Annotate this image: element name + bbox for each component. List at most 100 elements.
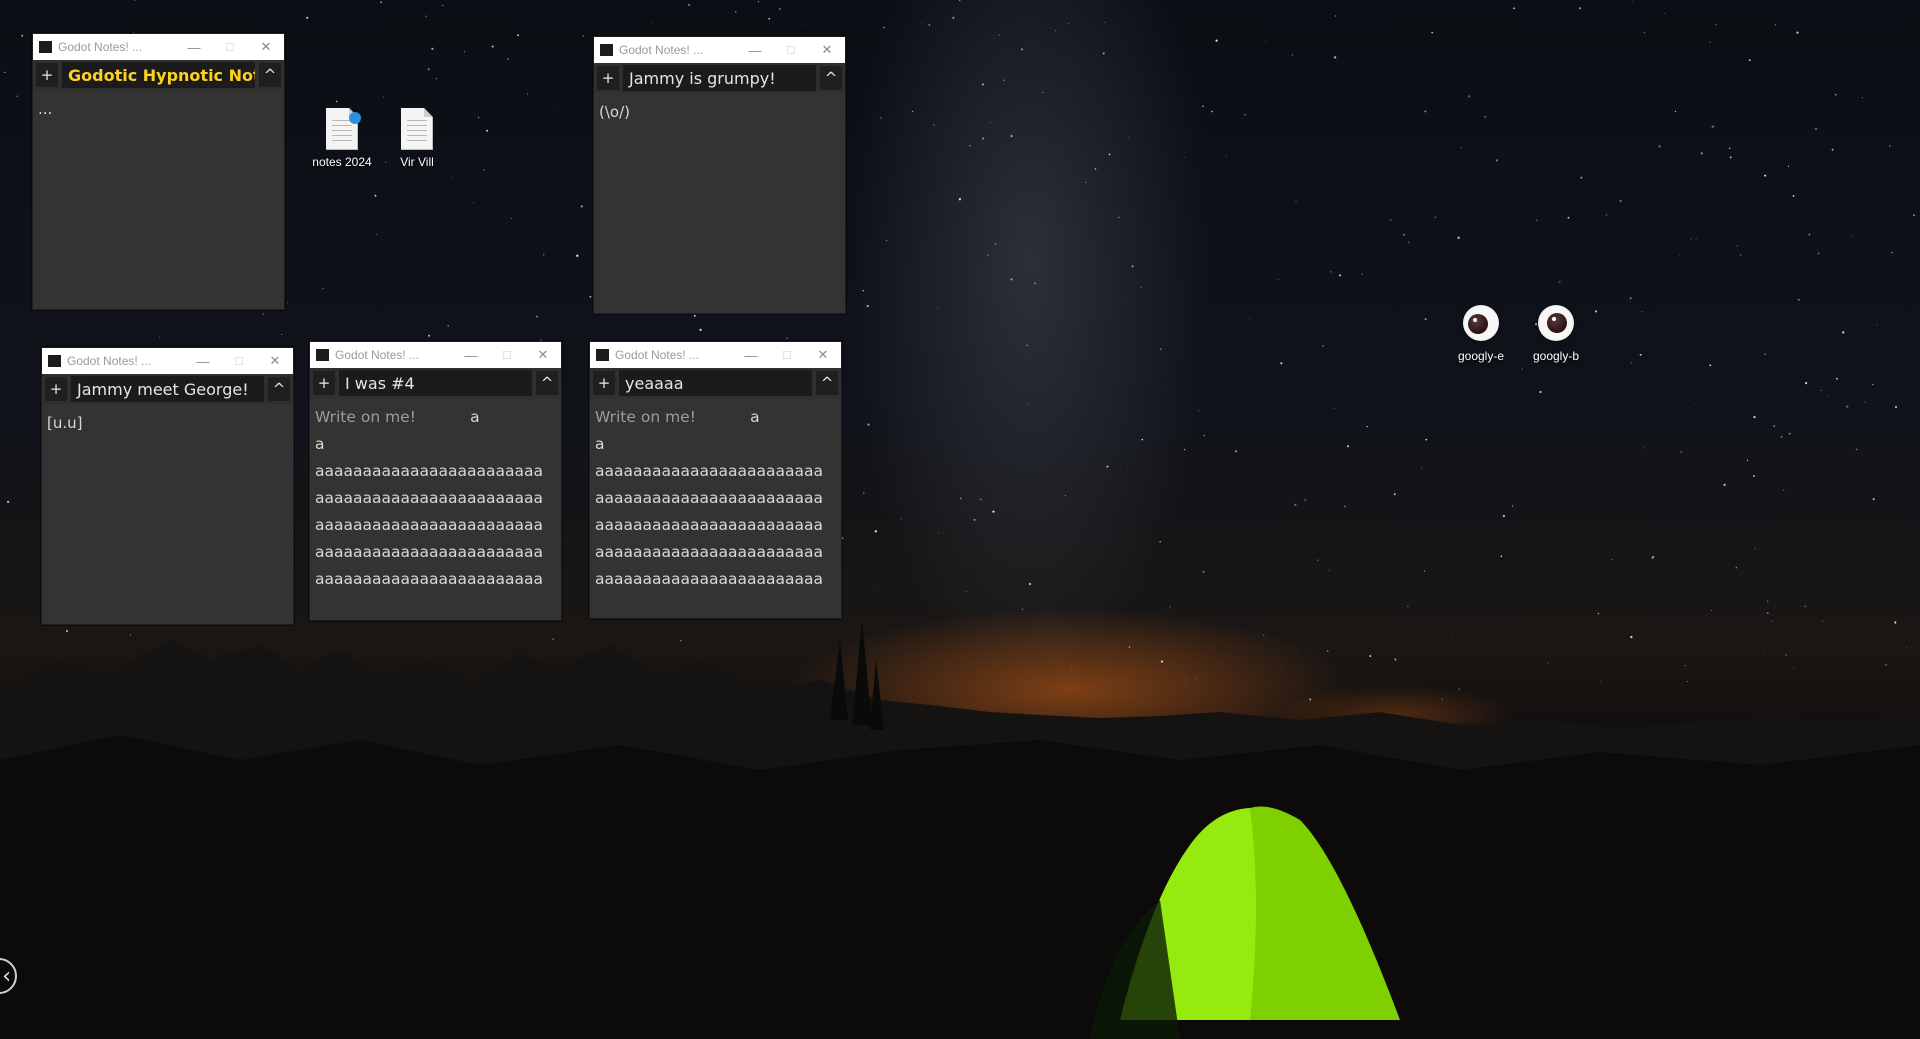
star: [1500, 555, 1503, 558]
note-text-area[interactable]: Write on me! a a aaaaaaaaaaaaaaaaaaaaaaa…: [310, 398, 561, 593]
star: [1787, 165, 1790, 167]
star: [1184, 448, 1186, 451]
star: [1855, 448, 1858, 451]
window-titlebar[interactable]: Godot Notes! ... — ☐ ✕: [33, 34, 284, 60]
star: [1578, 7, 1581, 10]
star: [1736, 245, 1738, 247]
minimize-button[interactable]: —: [733, 342, 769, 368]
star: [1695, 403, 1697, 405]
star: [1876, 324, 1878, 326]
star: [1511, 505, 1514, 507]
maximize-button[interactable]: ☐: [221, 348, 257, 374]
star: [1679, 254, 1681, 256]
star: [1629, 297, 1632, 300]
minimize-button[interactable]: —: [185, 348, 221, 374]
star: [960, 497, 962, 500]
star: [1421, 466, 1423, 469]
desktop-icon-label: notes 2024: [312, 155, 372, 169]
desktop-icon-googly-e[interactable]: googly-e: [1446, 305, 1516, 363]
star: [1834, 93, 1837, 96]
collapse-button[interactable]: ^: [816, 371, 838, 395]
close-button[interactable]: ✕: [257, 348, 293, 374]
godot-app-icon: [596, 349, 609, 361]
note-text-area[interactable]: [u.u]: [42, 404, 293, 437]
maximize-button[interactable]: ☐: [212, 34, 248, 60]
add-note-button[interactable]: +: [597, 66, 619, 90]
minimize-button[interactable]: —: [453, 342, 489, 368]
add-note-button[interactable]: +: [593, 371, 615, 395]
window-titlebar[interactable]: Godot Notes! ... — ☐ ✕: [42, 348, 293, 374]
close-button[interactable]: ✕: [809, 37, 845, 63]
note-title-field[interactable]: Jammy is grumpy!: [623, 65, 816, 91]
star: [1369, 655, 1372, 657]
star: [552, 638, 555, 641]
maximize-button[interactable]: ☐: [769, 342, 805, 368]
note-text-area[interactable]: ...: [33, 90, 284, 123]
note-window-3[interactable]: Godot Notes! ... — ☐ ✕ + Jammy meet Geor…: [41, 347, 294, 625]
star: [1249, 317, 1251, 320]
star: [1605, 214, 1607, 216]
star: [1748, 59, 1751, 62]
star: [559, 111, 561, 112]
star: [973, 518, 976, 521]
add-note-button[interactable]: +: [36, 63, 58, 87]
star: [510, 217, 513, 220]
note-toolbar: + Godotic Hypnotic Notes ^: [33, 60, 284, 90]
note-window-5[interactable]: Godot Notes! ... — ☐ ✕ + yeaaaa ^ Write …: [589, 341, 842, 619]
star: [6, 500, 10, 504]
note-window-1[interactable]: Godot Notes! ... — ☐ ✕ + Godotic Hypnoti…: [32, 33, 285, 310]
maximize-button[interactable]: ☐: [489, 342, 525, 368]
star: [1304, 498, 1307, 501]
star: [447, 325, 449, 327]
desktop-icon-googly-b[interactable]: googly-b: [1521, 305, 1591, 363]
close-button[interactable]: ✕: [525, 342, 561, 368]
back-arrow-button[interactable]: ‹: [0, 958, 17, 994]
note-title-field[interactable]: Jammy meet George!: [71, 376, 264, 402]
note-title-field[interactable]: I was #4: [339, 370, 532, 396]
star: [499, 671, 501, 673]
star: [1128, 646, 1131, 648]
collapse-button[interactable]: ^: [259, 63, 281, 87]
star: [1652, 555, 1655, 558]
note-text-area[interactable]: Write on me! a a aaaaaaaaaaaaaaaaaaaaaaa…: [590, 398, 841, 593]
window-titlebar[interactable]: Godot Notes! ... — ☐ ✕: [310, 342, 561, 368]
add-note-button[interactable]: +: [45, 377, 67, 401]
minimize-button[interactable]: —: [176, 34, 212, 60]
desktop-icon-vir-vill[interactable]: Vir Vill: [382, 108, 452, 169]
maximize-button[interactable]: ☐: [773, 37, 809, 63]
star: [1864, 401, 1866, 403]
star: [1010, 278, 1013, 281]
star: [1102, 52, 1105, 55]
star: [1265, 41, 1267, 43]
star: [1169, 606, 1171, 608]
star: [1297, 649, 1299, 651]
note-title-field[interactable]: Godotic Hypnotic Notes: [62, 62, 255, 88]
desktop-icon-notes-2024[interactable]: notes 2024: [307, 108, 377, 169]
star: [1711, 610, 1712, 611]
note-text-area[interactable]: (\o/): [594, 93, 845, 126]
note-title-field[interactable]: yeaaaa: [619, 370, 812, 396]
star: [1106, 465, 1109, 468]
collapse-button[interactable]: ^: [268, 377, 290, 401]
star: [1817, 252, 1820, 255]
star: [994, 243, 997, 245]
collapse-button[interactable]: ^: [820, 66, 842, 90]
star: [1894, 621, 1897, 624]
star: [1394, 658, 1397, 661]
star: [1643, 447, 1645, 449]
star: [1739, 254, 1742, 256]
window-titlebar[interactable]: Godot Notes! ... — ☐ ✕: [594, 37, 845, 63]
note-window-2[interactable]: Godot Notes! ... — ☐ ✕ + Jammy is grumpy…: [593, 36, 846, 314]
collapse-button[interactable]: ^: [536, 371, 558, 395]
note-window-4[interactable]: Godot Notes! ... — ☐ ✕ + I was #4 ^ Writ…: [309, 341, 562, 621]
star: [992, 510, 995, 513]
minimize-button[interactable]: —: [737, 37, 773, 63]
star: [1797, 298, 1800, 301]
close-button[interactable]: ✕: [248, 34, 284, 60]
add-note-button[interactable]: +: [313, 371, 335, 395]
star: [768, 17, 771, 20]
star: [1389, 219, 1392, 221]
star: [383, 96, 384, 98]
window-titlebar[interactable]: Godot Notes! ... — ☐ ✕: [590, 342, 841, 368]
close-button[interactable]: ✕: [805, 342, 841, 368]
